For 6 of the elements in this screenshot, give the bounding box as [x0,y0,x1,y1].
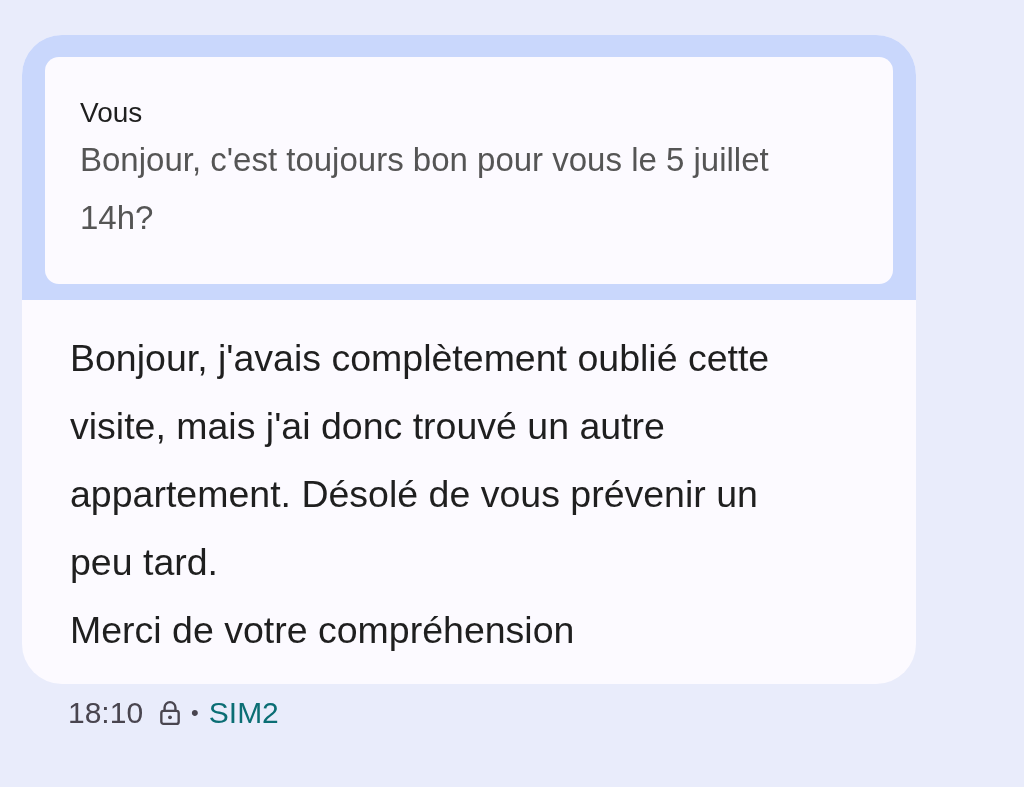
sim-label: SIM2 [208,696,279,730]
quote-text: Bonjour, c'est toujours bon pour vous le 5 juillet 14h? [80,140,770,238]
quote-sender: Vous [80,96,144,130]
message-text: Bonjour, j'avais complètement oublié cette visite, mais j'ai donc trouvé un autre appartement. Désolé de vous prévenir un peu tard. Merci de votre compréhension [69,336,771,653]
message-time: 18:10 [68,696,144,730]
separator-dot: • [191,700,199,726]
